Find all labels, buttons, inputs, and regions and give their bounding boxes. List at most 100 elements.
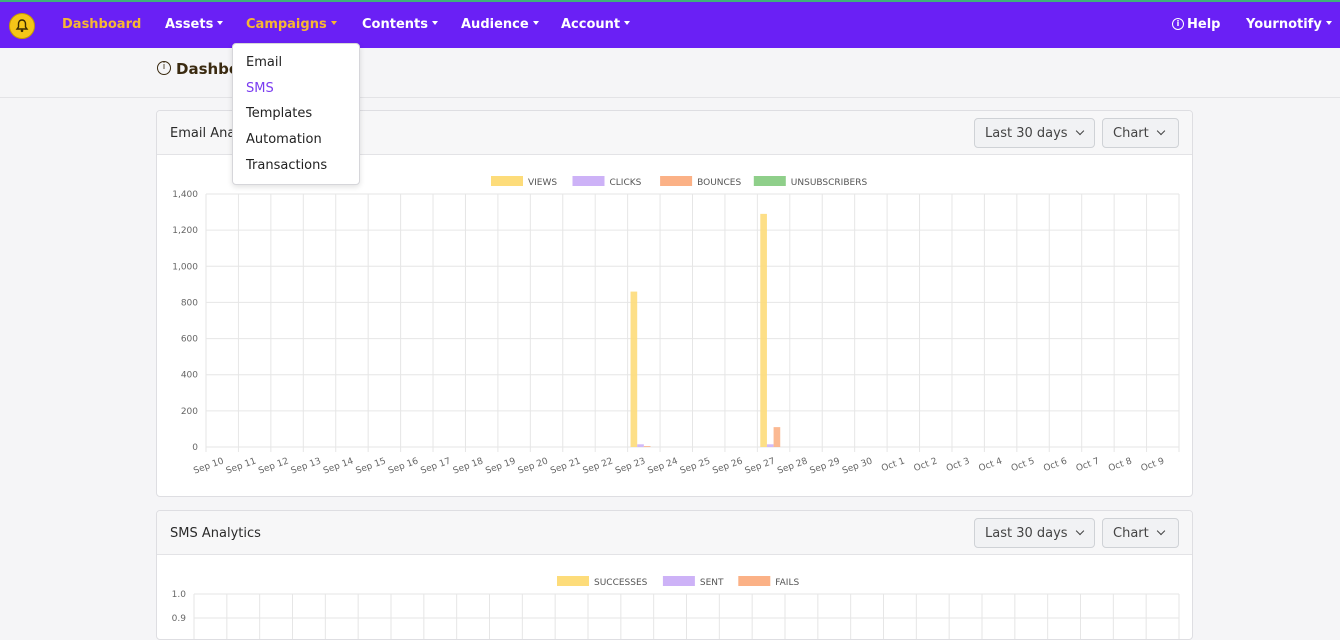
sms-range-select[interactable]: Last 30 days	[974, 518, 1095, 548]
x-tick-label: Sep 22	[582, 456, 615, 476]
x-tick-label: Oct 3	[945, 456, 971, 474]
bar-clicks[interactable]	[766, 444, 774, 447]
caret-down-icon	[217, 20, 224, 25]
y-tick-label: 1,000	[172, 262, 198, 272]
legend-label-views: VIEWS	[528, 178, 557, 188]
bar-views[interactable]	[760, 213, 767, 447]
x-tick-label: Sep 14	[322, 456, 355, 476]
caret-down-icon	[1325, 20, 1332, 25]
sms-analytics-card: SMS Analytics Last 30 days Chart 1.0 0.9 S…	[156, 510, 1193, 640]
legend-swatch-fails[interactable]	[738, 576, 771, 586]
nav-item-account[interactable]: Account	[561, 17, 631, 32]
legend-label-sent: SENT	[700, 578, 724, 588]
legend-swatch-views[interactable]	[491, 176, 523, 186]
x-tick-label: Oct 2	[913, 456, 939, 474]
legend-label-unsubscribers: UNSUBSCRIBERS	[791, 178, 868, 188]
chevron-down-icon	[1156, 526, 1165, 536]
bar-bounces[interactable]	[643, 446, 651, 447]
x-tick-label: Sep 29	[809, 456, 842, 476]
nav-item-label: Audience	[461, 17, 529, 32]
sms-view-label: Chart	[1113, 526, 1149, 541]
nav-item-contents[interactable]: Contents	[362, 17, 438, 32]
x-tick-label: Oct 6	[1042, 456, 1068, 474]
sms-view-select[interactable]: Chart	[1102, 518, 1179, 548]
x-tick-label: Sep 10	[192, 456, 225, 476]
email-range-label: Last 30 days	[985, 126, 1068, 141]
legend-label-bounces: BOUNCES	[697, 178, 741, 188]
sms-analytics-chart: 1.0 0.9 SUCCESSES SENT FAILS	[172, 576, 1180, 639]
x-tick-label: Oct 8	[1107, 456, 1133, 474]
x-tick-label: Oct 4	[978, 456, 1004, 474]
chevron-down-icon	[1156, 126, 1165, 136]
email-view-select[interactable]: Chart	[1102, 118, 1179, 148]
bar-views[interactable]	[630, 291, 638, 447]
menu-item-sms[interactable]: SMS	[246, 81, 274, 96]
x-tick-label: Oct 9	[1140, 456, 1166, 474]
bar-bounces[interactable]	[773, 427, 781, 447]
nav-item-label: Dashboard	[62, 17, 142, 32]
email-view-label: Chart	[1113, 126, 1149, 141]
menu-item-email[interactable]: Email	[246, 55, 282, 70]
bell-icon	[15, 19, 29, 33]
nav-item-audience[interactable]: Audience	[461, 17, 539, 32]
y-tick-label: 600	[181, 335, 198, 345]
info-icon: i	[1172, 17, 1184, 30]
caret-down-icon	[330, 20, 337, 25]
sms-analytics-title: SMS Analytics	[170, 526, 261, 541]
y-tick-label: 1.0	[172, 590, 187, 600]
y-tick-label: 1,200	[172, 226, 198, 236]
nav-item-label: Assets	[165, 17, 214, 32]
nav-item-campaigns[interactable]: Campaigns	[246, 17, 337, 32]
help-link[interactable]: i Help	[1172, 17, 1220, 32]
bar-clicks[interactable]	[637, 444, 644, 447]
x-tick-label: Sep 25	[679, 456, 712, 476]
menu-item-templates[interactable]: Templates	[246, 106, 312, 121]
y-tick-label: 800	[181, 298, 198, 308]
y-tick-label: 0.9	[172, 614, 187, 624]
x-tick-label: Oct 7	[1075, 456, 1101, 474]
x-tick-label: Sep 26	[711, 456, 744, 476]
nav-item-assets[interactable]: Assets	[165, 17, 224, 32]
nav-item-dashboard[interactable]: Dashboard	[62, 17, 141, 32]
x-tick-label: Sep 23	[614, 456, 647, 476]
x-tick-label: Sep 21	[549, 456, 582, 476]
user-menu-label: Yournotify	[1246, 17, 1322, 32]
nav-item-label: Account	[561, 17, 621, 32]
legend-swatch-bounces[interactable]	[660, 176, 693, 186]
bell-logo-icon[interactable]	[9, 13, 35, 39]
chevron-down-icon	[1075, 526, 1084, 536]
legend-swatch-successes[interactable]	[557, 576, 589, 586]
x-tick-label: Sep 28	[776, 456, 809, 476]
nav-item-label: Contents	[362, 17, 428, 32]
campaigns-dropdown-menu: Email SMS Templates Automation Transactions	[232, 43, 360, 185]
y-tick-label: 1,400	[172, 190, 198, 200]
x-tick-label: Sep 24	[646, 456, 679, 476]
menu-item-automation[interactable]: Automation	[246, 132, 322, 147]
y-tick-label: 200	[181, 407, 198, 417]
x-tick-label: Sep 20	[517, 456, 550, 476]
y-tick-label: 0	[192, 443, 198, 453]
help-label: Help	[1187, 17, 1221, 32]
legend-swatch-clicks[interactable]	[572, 176, 605, 186]
nav-item-label: Campaigns	[246, 17, 327, 32]
legend-swatch-unsubscribers[interactable]	[753, 176, 786, 186]
caret-down-icon	[431, 20, 438, 25]
legend-swatch-sent[interactable]	[662, 576, 695, 586]
x-tick-label: Sep 11	[225, 456, 258, 476]
email-range-select[interactable]: Last 30 days	[974, 118, 1095, 148]
sms-analytics-header: SMS Analytics Last 30 days Chart	[157, 511, 1192, 555]
legend-label-clicks: CLICKS	[610, 178, 642, 188]
menu-item-transactions[interactable]: Transactions	[246, 158, 327, 173]
info-icon: i	[157, 60, 171, 75]
x-tick-label: Oct 1	[880, 456, 906, 474]
legend-label-successes: SUCCESSES	[594, 578, 648, 588]
sms-range-label: Last 30 days	[985, 526, 1068, 541]
x-tick-label: Sep 17	[419, 456, 452, 476]
caret-down-icon	[532, 20, 539, 25]
x-tick-label: Sep 16	[387, 456, 420, 476]
user-menu[interactable]: Yournotify	[1246, 17, 1332, 32]
caret-down-icon	[624, 20, 631, 25]
x-tick-label: Sep 30	[841, 456, 874, 476]
x-tick-label: Oct 5	[1010, 456, 1036, 474]
x-tick-label: Sep 27	[744, 456, 777, 476]
